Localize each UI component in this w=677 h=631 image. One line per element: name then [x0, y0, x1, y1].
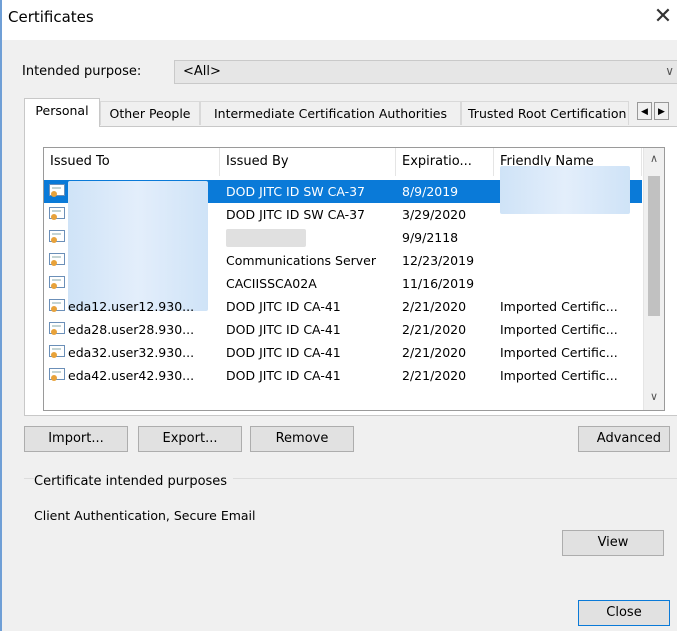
cell-issued-to: eda32.user32.930...: [68, 345, 195, 360]
table-row[interactable]: 9/9/2118: [44, 226, 642, 249]
personal-tab-panel: Issued To Issued By Expiratio... Friendl…: [24, 126, 677, 416]
certificate-list[interactable]: Issued To Issued By Expiratio... Friendl…: [43, 147, 665, 411]
tab-scroll-left-icon[interactable]: ◀: [637, 102, 652, 120]
export-button[interactable]: Export...: [138, 426, 242, 452]
cell-issued-by: DOD JITC ID SW CA-37: [226, 207, 366, 222]
intended-purpose-label: Intended purpose:: [22, 64, 142, 79]
import-button[interactable]: Import...: [24, 426, 128, 452]
cell-issued-by: DOD JITC ID CA-41: [226, 368, 341, 383]
table-row[interactable]: Communications Server 12/23/2019: [44, 249, 642, 272]
cell-friendly-name: Imported Certific...: [500, 322, 618, 337]
cell-expiration: 9/9/2118: [402, 230, 459, 245]
column-header-expiration[interactable]: Expiratio...: [396, 148, 494, 176]
cell-expiration: 11/16/2019: [402, 276, 475, 291]
intended-purposes-group: [24, 478, 677, 579]
cell-issued-by: DOD JITC ID CA-41: [226, 299, 341, 314]
cell-expiration: 2/21/2020: [402, 299, 467, 314]
tab-other-people[interactable]: Other People: [100, 101, 200, 125]
cell-friendly-name: Imported Certific...: [500, 345, 618, 360]
cell-issued-to: eda42.user42.930...: [68, 368, 195, 383]
certificate-icon: [49, 207, 65, 220]
close-icon[interactable]: ✕: [651, 4, 675, 29]
intended-purposes-group-title: Certificate intended purposes: [34, 474, 234, 489]
cell-expiration: 12/23/2019: [402, 253, 475, 268]
certificates-dialog: Certificates ✕ Intended purpose: <All> ∨…: [0, 0, 677, 631]
scroll-down-icon[interactable]: ∨: [644, 390, 664, 403]
cell-friendly-name: Imported Certific...: [500, 299, 618, 314]
intended-purposes-text: Client Authentication, Secure Email: [34, 508, 256, 523]
tab-personal[interactable]: Personal: [24, 98, 100, 127]
tab-strip: Personal Other People Intermediate Certi…: [24, 98, 674, 127]
table-row[interactable]: CACIISSCA02A 11/16/2019: [44, 272, 642, 295]
title-bar: Certificates ✕: [2, 0, 677, 40]
certificate-icon: [49, 230, 65, 243]
tab-scroll-right-icon[interactable]: ▶: [654, 102, 669, 120]
cell-issued-by: DOD JITC ID CA-41: [226, 322, 341, 337]
certificate-icon: [49, 276, 65, 289]
list-vertical-scrollbar[interactable]: ∧ ∨: [643, 148, 664, 410]
cell-expiration: 3/29/2020: [402, 207, 467, 222]
cell-issued-to: eda28.user28.930...: [68, 322, 195, 337]
tab-trusted-root-ca[interactable]: Trusted Root Certification: [461, 101, 629, 125]
cell-friendly-name: Imported Certific...: [500, 368, 618, 383]
intended-purpose-value: <All>: [183, 64, 221, 79]
certificate-icon: [49, 345, 65, 358]
cell-expiration: 2/21/2020: [402, 345, 467, 360]
table-row[interactable]: eda42.user42.930... DOD JITC ID CA-41 2/…: [44, 364, 642, 387]
certificate-icon: [49, 299, 65, 312]
tab-intermediate-ca[interactable]: Intermediate Certification Authorities: [200, 101, 461, 125]
remove-button[interactable]: Remove: [250, 426, 354, 452]
certificate-icon: [49, 322, 65, 335]
chevron-down-icon: ∨: [665, 64, 674, 78]
cell-issued-by: CACIISSCA02A: [226, 276, 317, 291]
cell-issued-to: eda12.user12.930...: [68, 299, 195, 314]
cell-issued-by: DOD JITC ID CA-41: [226, 345, 341, 360]
scroll-up-icon[interactable]: ∧: [644, 152, 664, 165]
redacted-issued-by: [226, 229, 306, 247]
table-row[interactable]: eda32.user32.930... DOD JITC ID CA-41 2/…: [44, 341, 642, 364]
column-header-issued-to[interactable]: Issued To: [44, 148, 220, 176]
scrollbar-thumb[interactable]: [648, 176, 660, 316]
cell-expiration: 2/21/2020: [402, 322, 467, 337]
cell-issued-by: DOD JITC ID SW CA-37: [226, 184, 366, 199]
certificate-icon: [49, 184, 65, 197]
advanced-button[interactable]: Advanced: [578, 426, 670, 452]
cell-expiration: 8/9/2019: [402, 184, 459, 199]
intended-purpose-select[interactable]: <All> ∨: [174, 60, 677, 84]
close-button[interactable]: Close: [578, 600, 670, 626]
dialog-title: Certificates: [8, 8, 94, 26]
table-row[interactable]: eda28.user28.930... DOD JITC ID CA-41 2/…: [44, 318, 642, 341]
table-row[interactable]: DOD JITC ID SW CA-37 3/29/2020: [44, 181, 642, 311]
certificate-icon: [49, 253, 65, 266]
table-row[interactable]: eda12.user12.930... DOD JITC ID CA-41 2/…: [44, 295, 642, 318]
cell-expiration: 2/21/2020: [402, 368, 467, 383]
cell-issued-by: Communications Server: [226, 253, 376, 268]
certificate-icon: [49, 368, 65, 381]
column-header-issued-by[interactable]: Issued By: [220, 148, 396, 176]
view-button[interactable]: View: [562, 530, 664, 556]
